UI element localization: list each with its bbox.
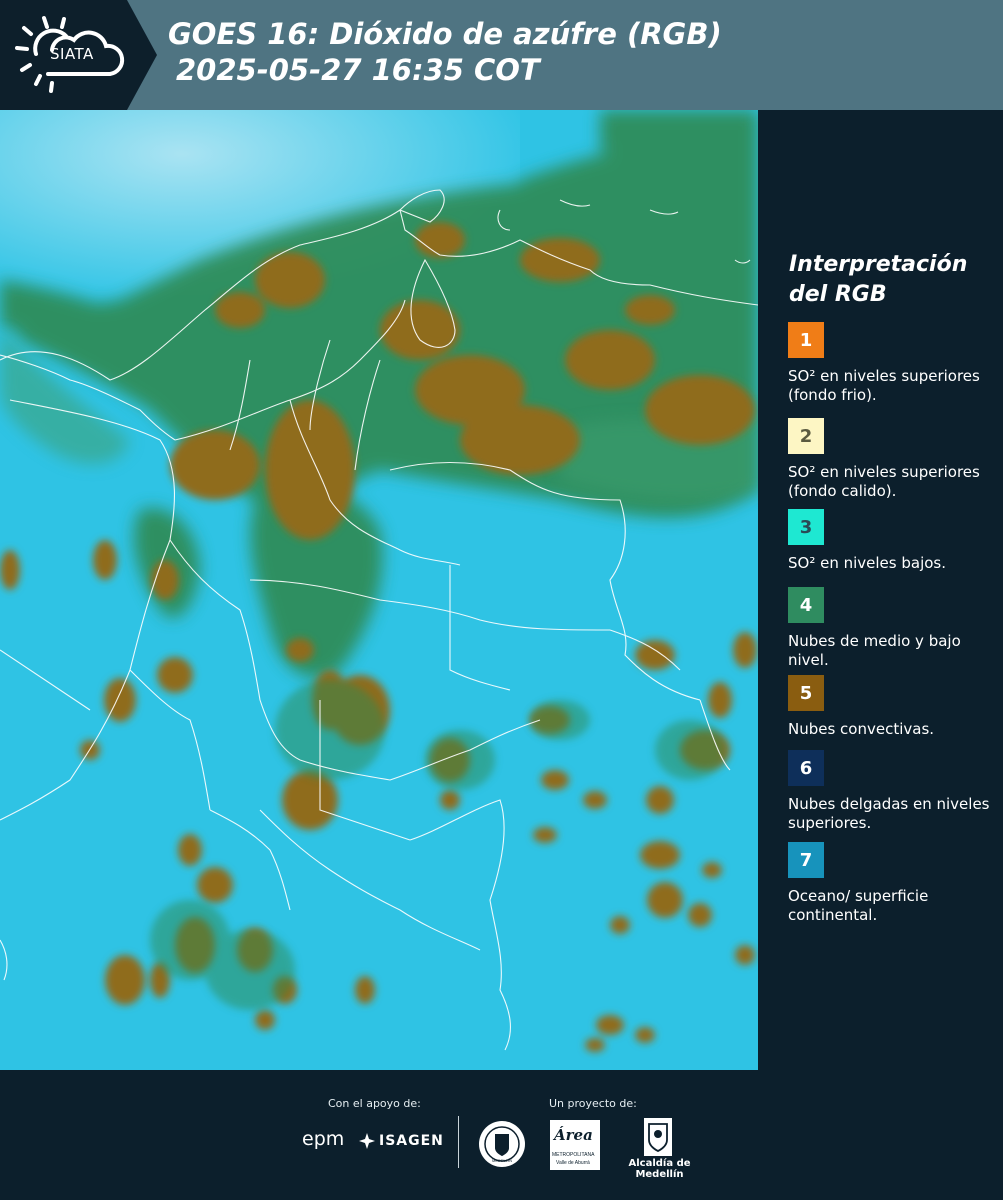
rgb-composite-image [0,110,758,1070]
legend-swatch-1: 1 [788,322,824,358]
legend-label-1: SO² en niveles superiores (fondo frio). [788,367,980,404]
legend-label-2: SO² en niveles superiores (fondo calido)… [788,463,980,500]
logo-text: SIATA [50,45,94,63]
legend-label-3: SO² en niveles bajos. [788,554,947,572]
legend-item-5: 5 Nubes convectivas. [788,675,998,739]
legend-label-5: Nubes convectivas. [788,720,935,738]
legend-item-1: 1 SO² en niveles superiores (fondo frio)… [788,322,998,405]
project-label: Un proyecto de: [549,1097,637,1110]
coat-of-arms-icon [644,1118,672,1156]
area-metropolitana-logo[interactable]: Área METROPOLITANA Valle de Aburrá [550,1120,600,1170]
alcaldia-logo-text: Alcaldía de Medellín [628,1158,691,1180]
legend-swatch-5: 5 [788,675,824,711]
epm-logo-text: epm [302,1128,345,1150]
seal-text: MEDELLÍN [491,1158,512,1163]
legend-title: Interpretación del RGB [789,250,989,310]
area-logo-sub: METROPOLITANA [552,1152,595,1158]
footer-divider [458,1116,459,1168]
legend-title-line-1: Interpretación [789,252,968,277]
alcaldia-logo[interactable]: Alcaldía de Medellín [612,1118,707,1180]
legend-label-4: Nubes de medio y bajo nivel. [788,632,961,669]
legend-swatch-3: 3 [788,509,824,545]
legend-item-4: 4 Nubes de medio y bajo nivel. [788,587,998,670]
legend-swatch-6: 6 [788,750,824,786]
legend-item-2: 2 SO² en niveles superiores (fondo calid… [788,418,998,514]
legend-swatch-2: 2 [788,418,824,454]
support-label: Con el apoyo de: [328,1097,421,1110]
area-logo-text: Área [554,1126,593,1144]
legend-item-7: 7 Oceano/ superficie continental. [788,842,998,925]
title-line-1: GOES 16: Dióxido de azúfre (RGB) [168,17,722,51]
legend-item-3: 3 SO² en niveles bajos. [788,509,998,573]
epm-logo[interactable]: epm [302,1128,344,1150]
siata-logo[interactable]: SIATA [0,0,157,110]
footer: Con el apoyo de: Un proyecto de: epm ISA… [0,1070,1003,1200]
header: SIATA GOES 16: Dióxido de azúfre (RGB) 2… [0,0,1003,110]
isagen-star-icon [359,1133,375,1149]
legend-swatch-7: 7 [788,842,824,878]
area-logo-sub2: Valle de Aburrá [556,1160,590,1166]
isagen-logo[interactable]: ISAGEN [358,1132,444,1150]
legend-panel: Interpretación del RGB 1 SO² en niveles … [761,110,1003,1070]
legend-item-6: 6 Nubes delgadas en niveles superiores. [788,750,998,833]
isagen-logo-text: ISAGEN [379,1133,444,1149]
medellin-seal[interactable]: MEDELLÍN [478,1120,526,1168]
legend-label-6: Nubes delgadas en niveles superiores. [788,795,990,832]
page-title: GOES 16: Dióxido de azúfre (RGB) 2025-05… [168,16,722,88]
title-line-2: 2025-05-27 16:35 COT [176,53,540,87]
legend-title-line-2: del RGB [789,282,887,307]
legend-swatch-4: 4 [788,587,824,623]
satellite-map[interactable] [0,110,758,1070]
legend-label-7: Oceano/ superficie continental. [788,887,929,924]
